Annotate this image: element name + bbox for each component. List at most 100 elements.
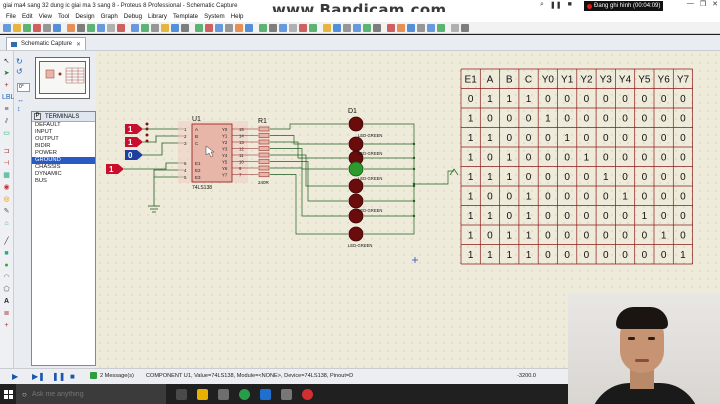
- stop-icon[interactable]: ■: [568, 1, 572, 9]
- toolbar-button-icon[interactable]: [131, 23, 139, 32]
- terminal-item-chassis[interactable]: CHASSIS: [32, 164, 95, 171]
- toolbar-button-icon[interactable]: [43, 23, 51, 32]
- symbol-icon[interactable]: ≣: [2, 309, 11, 318]
- circle-icon[interactable]: ●: [2, 261, 11, 270]
- menu-debug[interactable]: Debug: [121, 12, 145, 22]
- selection-mode-icon[interactable]: ↖: [2, 57, 11, 66]
- line-icon[interactable]: ╱: [2, 237, 11, 246]
- toolbar-button-icon[interactable]: [363, 23, 371, 32]
- toolbar-button-icon[interactable]: [97, 23, 105, 32]
- bandicam-icon[interactable]: [302, 388, 313, 400]
- terminal-item-output[interactable]: OUTPUT: [32, 136, 95, 143]
- toolbar-button-icon[interactable]: [309, 23, 317, 32]
- toolbar-button-icon[interactable]: [353, 23, 361, 32]
- toolbar-button-icon[interactable]: [323, 23, 331, 32]
- toolbar-button-icon[interactable]: [181, 23, 189, 32]
- toolbar-button-icon[interactable]: [289, 23, 297, 32]
- toolbar-button-icon[interactable]: [427, 23, 435, 32]
- tape-icon[interactable]: ◉: [2, 183, 11, 192]
- toolbar-button-icon[interactable]: [53, 23, 61, 32]
- terminal-item-input[interactable]: INPUT: [32, 129, 95, 136]
- toolbar-button-icon[interactable]: [461, 23, 469, 32]
- resistor-pack-r1[interactable]: [258, 125, 270, 178]
- search-input[interactable]: [31, 390, 142, 398]
- menu-template[interactable]: Template: [170, 12, 201, 22]
- toolbar-button-icon[interactable]: [117, 23, 125, 32]
- search-icon[interactable]: ⌕: [540, 1, 544, 9]
- box-icon[interactable]: ■: [2, 249, 11, 258]
- file-explorer-icon[interactable]: [197, 388, 208, 400]
- component-mode-icon[interactable]: ➤: [2, 69, 11, 78]
- close-tab-icon[interactable]: ✕: [76, 41, 81, 48]
- toolbar-button-icon[interactable]: [343, 23, 351, 32]
- proteus-icon[interactable]: [281, 388, 292, 400]
- toolbar-button-icon[interactable]: [151, 23, 159, 32]
- terminal-item-power[interactable]: POWER: [32, 150, 95, 157]
- toolbar-button-icon[interactable]: [77, 23, 85, 32]
- terminal-item-bidir[interactable]: BIDIR: [32, 143, 95, 150]
- logic-input-a[interactable]: 1: [125, 124, 143, 134]
- taskbar-search[interactable]: ○: [16, 384, 166, 404]
- task-view-icon[interactable]: [176, 388, 187, 400]
- toolbar-button-icon[interactable]: [269, 23, 277, 32]
- rotation-input[interactable]: 0°: [17, 83, 30, 92]
- menu-file[interactable]: File: [3, 12, 19, 22]
- rotate-cw-icon[interactable]: ↻: [16, 57, 32, 67]
- logic-input-b[interactable]: 1: [125, 137, 143, 147]
- toolbar-button-icon[interactable]: [107, 23, 115, 32]
- toolbar-button-icon[interactable]: [417, 23, 425, 32]
- pin-mode-icon[interactable]: ⊣: [2, 159, 11, 168]
- terminal-item-ground[interactable]: GROUND: [32, 157, 95, 164]
- chrome-icon[interactable]: [239, 388, 250, 400]
- pick-button[interactable]: P: [34, 113, 41, 120]
- toolbar-button-icon[interactable]: [373, 23, 381, 32]
- logic-input-e1[interactable]: 1: [106, 164, 124, 174]
- mirror-icon[interactable]: ↔: [17, 97, 24, 104]
- stop-sim-icon[interactable]: ■: [70, 372, 75, 381]
- step-icon[interactable]: ▶❚: [32, 372, 45, 381]
- toolbar-button-icon[interactable]: [225, 23, 233, 32]
- toolbar-button-icon[interactable]: [161, 23, 169, 32]
- toolbar-button-icon[interactable]: [451, 23, 459, 32]
- toolbar-button-icon[interactable]: [397, 23, 405, 32]
- menu-help[interactable]: Help: [228, 12, 247, 22]
- subcircuit-icon[interactable]: ▭: [2, 129, 11, 138]
- tab-schematic-capture[interactable]: Schematic Capture ✕: [6, 37, 87, 50]
- toolbar-button-icon[interactable]: [33, 23, 41, 32]
- toolbar-button-icon[interactable]: [235, 23, 243, 32]
- minimize-button[interactable]: —: [687, 0, 694, 8]
- maximize-button[interactable]: ❐: [700, 0, 706, 8]
- graph-mode-icon[interactable]: ▦: [2, 171, 11, 180]
- message-count[interactable]: 2 Message(s): [90, 372, 134, 379]
- toolbar-button-icon[interactable]: [387, 23, 395, 32]
- close-button[interactable]: ✕: [712, 0, 718, 8]
- toolbar-button-icon[interactable]: [67, 23, 75, 32]
- terminal-item-bus[interactable]: BUS: [32, 178, 95, 185]
- toolbar-button-icon[interactable]: [141, 23, 149, 32]
- terminal-item-default[interactable]: DEFAULT: [32, 122, 95, 129]
- logic-input-c[interactable]: 0: [125, 150, 143, 160]
- menu-edit[interactable]: Edit: [19, 12, 36, 22]
- toolbar-button-icon[interactable]: [333, 23, 341, 32]
- menu-library[interactable]: Library: [145, 12, 170, 22]
- menu-view[interactable]: View: [36, 12, 55, 22]
- toolbar-button-icon[interactable]: [407, 23, 415, 32]
- flip-icon[interactable]: ↕: [17, 106, 21, 113]
- terminals-mode-icon[interactable]: ⊐: [2, 147, 11, 156]
- toolbar-button-icon[interactable]: [245, 23, 253, 32]
- menu-system[interactable]: System: [201, 12, 228, 22]
- probe-icon[interactable]: ✎: [2, 207, 11, 216]
- text-icon[interactable]: A: [2, 297, 11, 306]
- pause-icon[interactable]: ❚❚: [550, 1, 562, 9]
- store-icon[interactable]: [218, 388, 229, 400]
- junction-icon[interactable]: +: [2, 81, 11, 90]
- generator-icon[interactable]: ◎: [2, 195, 11, 204]
- menu-graph[interactable]: Graph: [98, 12, 121, 22]
- toolbar-button-icon[interactable]: [205, 23, 213, 32]
- menu-design[interactable]: Design: [72, 12, 97, 22]
- menu-tool[interactable]: Tool: [55, 12, 72, 22]
- toolbar-button-icon[interactable]: [437, 23, 445, 32]
- wire-label-icon[interactable]: LBL: [2, 93, 14, 102]
- text-script-icon[interactable]: ≡: [2, 105, 11, 114]
- toolbar-button-icon[interactable]: [13, 23, 21, 32]
